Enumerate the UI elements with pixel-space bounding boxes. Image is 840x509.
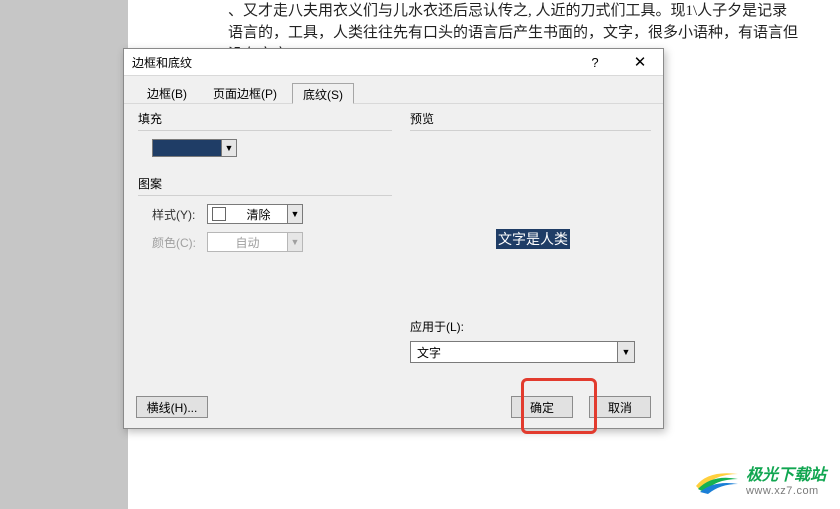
right-column: 预览 文字是人类 应用于(L): 文字 ▼ [404,104,663,394]
help-button[interactable]: ? [575,49,615,75]
watermark-url: www.xz7.com [746,485,826,497]
watermark-name: 极光下载站 [746,461,826,485]
horizontal-line-button[interactable]: 横线(H)... [136,396,208,418]
left-column: 填充 ▼ 图案 样式(Y): 清除 ▼ [124,104,404,394]
dialog-body: 填充 ▼ 图案 样式(Y): 清除 ▼ [124,104,663,394]
apply-to-value: 文字 [411,342,617,362]
chevron-down-icon: ▼ [287,233,302,251]
ok-button[interactable]: 确定 [511,396,573,418]
dialog-title: 边框和底纹 [132,54,192,71]
dialog-tabs: 边框(B) 页面边框(P) 底纹(S) [124,76,663,104]
preview-section-label: 预览 [410,110,651,127]
tab-border[interactable]: 边框(B) [136,82,198,103]
color-label: 颜色(C): [152,234,207,251]
style-combo[interactable]: 清除 ▼ [207,204,303,224]
fill-section-label: 填充 [138,110,392,127]
tab-shading[interactable]: 底纹(S) [292,83,354,104]
tab-page-border[interactable]: 页面边框(P) [202,82,288,103]
cancel-button[interactable]: 取消 [589,396,651,418]
dialog-titlebar: 边框和底纹 ? ✕ [124,49,663,76]
preview-sample-text: 文字是人类 [496,229,570,249]
watermark: 极光下载站 www.xz7.com [694,461,826,497]
pattern-color-value: 自动 [208,234,287,251]
pattern-color-combo: 自动 ▼ [207,232,303,252]
apply-to-label: 应用于(L): [410,318,651,335]
borders-shading-dialog: 边框和底纹 ? ✕ 边框(B) 页面边框(P) 底纹(S) 填充 ▼ 图案 样式… [123,48,664,429]
dialog-footer: 横线(H)... 确定 取消 [124,386,663,428]
app-left-gutter [0,0,128,509]
tab-page-border-label: 页面边框(P) [213,87,277,101]
tab-border-label: 边框(B) [147,87,187,101]
style-swatch-icon [212,207,226,221]
tab-shading-label: 底纹(S) [303,88,343,102]
apply-to-combo[interactable]: 文字 ▼ [410,341,635,363]
pattern-section-label: 图案 [138,175,392,192]
fill-color-picker[interactable]: ▼ [152,139,237,157]
chevron-down-icon: ▼ [221,140,236,156]
style-value: 清除 [230,206,287,223]
divider [138,195,392,196]
divider [138,130,392,131]
divider [410,130,651,131]
watermark-logo-icon [694,464,740,494]
style-label: 样式(Y): [152,206,207,223]
chevron-down-icon: ▼ [617,342,634,362]
preview-area: 文字是人类 [410,137,651,312]
chevron-down-icon: ▼ [287,205,302,223]
close-button[interactable]: ✕ [620,49,660,75]
fill-color-swatch [153,140,221,156]
